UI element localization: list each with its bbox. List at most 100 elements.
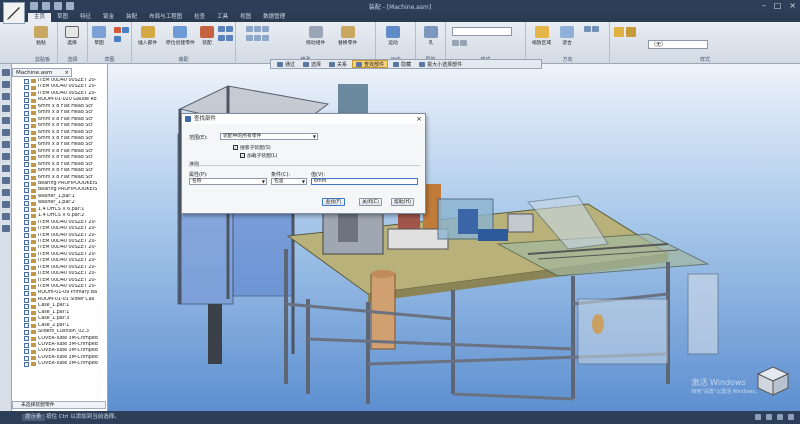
view-cube[interactable] (754, 365, 792, 397)
help-icon[interactable] (2, 93, 10, 100)
mate-icon[interactable] (218, 26, 225, 32)
visibility-checkbox[interactable] (24, 258, 29, 264)
attribute-select[interactable]: 名称 ▼ (189, 178, 267, 185)
value-input[interactable]: 6mm (311, 178, 418, 185)
prompt-bar-label[interactable]: 提示条 (22, 414, 45, 421)
visibility-checkbox[interactable] (24, 304, 29, 310)
fit-button[interactable]: 适合 (560, 26, 574, 46)
pathfinder-icon[interactable] (2, 69, 10, 76)
visibility-checkbox[interactable] (24, 110, 29, 116)
delete-icon[interactable] (262, 35, 269, 41)
visibility-checkbox[interactable] (24, 104, 29, 110)
fit-view-icon[interactable] (777, 414, 783, 420)
property-icon[interactable] (2, 165, 10, 172)
ribbon-tab[interactable]: 视图 (234, 13, 257, 22)
view-command-item[interactable]: 关系 (326, 60, 350, 68)
hole-button[interactable]: 孔 (424, 26, 438, 46)
visibility-checkbox[interactable] (24, 201, 29, 207)
visibility-checkbox[interactable] (24, 136, 29, 142)
sensor-icon[interactable] (2, 141, 10, 148)
feature-icon[interactable] (2, 129, 10, 136)
dialog-close-btn[interactable]: 关闭(C) (359, 198, 382, 206)
dialog-close-button[interactable]: × (416, 114, 422, 124)
visibility-checkbox[interactable] (24, 162, 29, 168)
tree-item[interactable]: COVER-Tube 3M-Crimped (12, 361, 107, 367)
view-command-item[interactable]: 隐藏 (390, 60, 414, 68)
ribbon-tab[interactable]: 主页 (28, 13, 52, 22)
visibility-checkbox[interactable] (24, 168, 29, 174)
visibility-checkbox[interactable] (24, 213, 29, 219)
app-menu-button[interactable] (3, 2, 25, 24)
ribbon-tab[interactable]: 装配 (120, 13, 143, 22)
visibility-checkbox[interactable] (24, 355, 29, 361)
ribbon-tab[interactable]: 数据管理 (257, 13, 291, 22)
drag-component-button[interactable]: 拖动组件 (306, 26, 325, 46)
circle-icon[interactable] (122, 27, 129, 33)
parts-icon[interactable] (2, 117, 10, 124)
visibility-checkbox[interactable] (24, 323, 29, 329)
ribbon-tab[interactable]: 检查 (188, 13, 211, 22)
view-command-item[interactable]: 选择 (300, 60, 324, 68)
visibility-checkbox[interactable] (24, 342, 29, 348)
arrow-icon[interactable] (2, 213, 10, 220)
material-icon[interactable] (460, 40, 467, 46)
scope-select[interactable]: 装配中的所有零件 ▼ (220, 133, 318, 140)
assemble-button[interactable]: 装配 (200, 26, 214, 46)
rectangle-icon[interactable] (114, 36, 121, 42)
visibility-checkbox[interactable] (24, 252, 29, 258)
visibility-checkbox[interactable] (24, 361, 29, 367)
zoom-icon[interactable] (755, 414, 761, 420)
layers-icon[interactable] (2, 81, 10, 88)
visibility-checkbox[interactable] (24, 149, 29, 155)
visibility-checkbox[interactable] (24, 85, 29, 91)
view-style-icon[interactable] (614, 27, 624, 37)
rotate-view-icon[interactable] (592, 26, 599, 32)
visibility-checkbox[interactable] (24, 98, 29, 104)
color-icon[interactable] (452, 40, 459, 46)
visibility-checkbox[interactable] (24, 329, 29, 335)
view-command-item[interactable]: 通过 (274, 60, 298, 68)
settings-icon[interactable] (2, 225, 10, 232)
zoom-area-button[interactable]: 缩放区域 (532, 26, 551, 46)
maximize-button[interactable]: □ (774, 1, 782, 10)
visibility-checkbox[interactable] (24, 284, 29, 290)
view-command-item[interactable]: 查找部件 (352, 60, 389, 68)
visibility-checkbox[interactable] (24, 207, 29, 213)
visibility-checkbox[interactable] (24, 117, 29, 123)
insert-part-button[interactable]: 插入部件 (138, 26, 157, 46)
visibility-checkbox[interactable] (24, 233, 29, 239)
minimize-button[interactable]: – (762, 1, 766, 10)
visibility-checkbox[interactable] (24, 349, 29, 355)
visibility-checkbox[interactable] (24, 175, 29, 181)
visibility-checkbox[interactable] (24, 310, 29, 316)
visibility-checkbox[interactable] (24, 336, 29, 342)
pattern-icon[interactable] (246, 26, 253, 32)
select-button[interactable]: 选择 (65, 26, 79, 46)
visibility-checkbox[interactable] (24, 265, 29, 271)
visibility-checkbox[interactable] (24, 123, 29, 129)
search-subassembly-checkbox[interactable]: ✓ 搜索子装配(S) (233, 144, 271, 151)
visibility-checkbox[interactable] (24, 91, 29, 97)
visibility-checkbox[interactable] (24, 78, 29, 84)
visibility-checkbox[interactable] (24, 188, 29, 194)
style-dropdown[interactable] (452, 27, 512, 36)
create-in-place-button[interactable]: 原位创建零件 (166, 26, 195, 46)
visibility-checkbox[interactable] (24, 239, 29, 245)
mirror-icon[interactable] (254, 26, 261, 32)
load-subassembly-checkbox[interactable]: ✓ 加载子装配(L) (240, 152, 277, 159)
ribbon-tab[interactable]: 工具 (211, 13, 234, 22)
help-button[interactable]: 帮助(H) (391, 198, 414, 206)
view-orient-icon[interactable] (788, 414, 794, 420)
ribbon-tab[interactable]: 特征 (74, 13, 97, 22)
visibility-checkbox[interactable] (24, 155, 29, 161)
visibility-checkbox[interactable] (24, 181, 29, 187)
view-command-item[interactable]: 拔大小选择部件 (416, 60, 465, 68)
visibility-checkbox[interactable] (24, 226, 29, 232)
pan-icon[interactable] (584, 26, 591, 32)
visibility-checkbox[interactable] (24, 246, 29, 252)
list-icon[interactable] (2, 201, 10, 208)
visibility-checkbox[interactable] (24, 130, 29, 136)
document-tab[interactable]: Machine.asm × (12, 68, 72, 77)
visibility-checkbox[interactable] (24, 316, 29, 322)
close-button[interactable]: × (789, 1, 796, 10)
